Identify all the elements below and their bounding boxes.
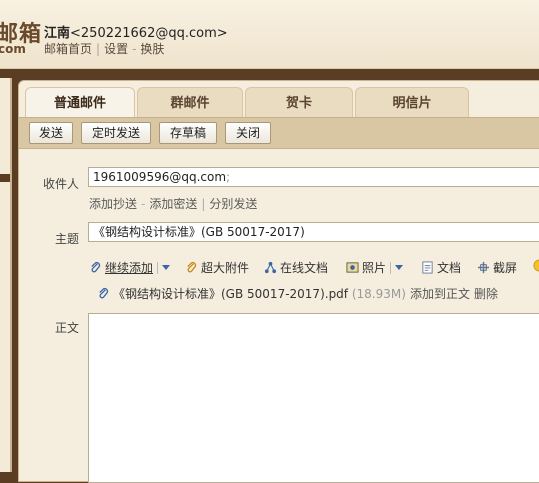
mail-header: 邮箱 com 江南<250221662@qq.com> 邮箱首页 | 设置 - 换肤	[0, 0, 539, 69]
paperclip-icon	[99, 287, 109, 299]
tab-group-mail[interactable]: 群邮件	[137, 87, 243, 118]
screenshot-label: 截屏	[493, 261, 518, 275]
link-separator: -	[132, 42, 137, 56]
compose-toolbar: 发送 定时发送 存草稿 关闭	[19, 117, 539, 149]
scissors-icon	[477, 261, 490, 274]
link-separator: |	[201, 197, 206, 211]
link-mail-home[interactable]: 邮箱首页	[44, 42, 92, 56]
large-attachment-label: 超大附件	[201, 261, 250, 275]
recipient-input[interactable]: 1961009596@qq.com;	[88, 167, 539, 187]
recipient-value: 1961009596@qq.com	[93, 170, 227, 184]
recipient-label: 收件人	[42, 177, 79, 191]
delete-attachment-link[interactable]: 删除	[474, 287, 498, 301]
online-doc-button[interactable]: 在线文档	[264, 259, 328, 276]
tab-postcard[interactable]: 明信片	[355, 87, 469, 118]
add-bcc-link[interactable]: 添加密送	[149, 197, 197, 211]
recipient-separator: ;	[226, 170, 231, 184]
tab-normal-mail[interactable]: 普通邮件	[25, 87, 135, 118]
attachment-size: (18.93M)	[351, 287, 406, 301]
sidebar-divider	[0, 174, 10, 182]
link-separator: -	[141, 197, 146, 211]
add-to-body-link[interactable]: 添加到正文	[410, 287, 470, 301]
emoji-button[interactable]	[533, 259, 539, 273]
account-name: 江南	[44, 26, 71, 41]
photo-icon	[346, 262, 359, 273]
subject-label: 主题	[54, 232, 79, 246]
account-email: <250221662@qq.com>	[70, 26, 228, 41]
photo-label: 照片	[362, 261, 387, 275]
divider	[390, 262, 392, 274]
document-button[interactable]: 文档	[421, 259, 461, 276]
emoji-icon	[533, 259, 539, 272]
chevron-down-icon[interactable]	[395, 265, 404, 270]
account-info: 江南<250221662@qq.com>	[44, 22, 228, 41]
tab-greeting-card[interactable]: 贺卡	[245, 87, 353, 118]
body-label: 正文	[54, 321, 79, 335]
close-button[interactable]: 关闭	[225, 122, 271, 144]
logo-domain: com	[0, 42, 26, 56]
paperclip-icon	[91, 261, 101, 273]
chevron-down-icon[interactable]	[162, 265, 171, 270]
attachment-file-name: 《钢结构设计标准》(GB 50017-2017).pdf	[113, 287, 349, 301]
left-sidebar-edge	[0, 78, 12, 472]
link-change-skin[interactable]: 换肤	[140, 42, 164, 56]
body-editor[interactable]	[88, 313, 539, 483]
photo-button[interactable]: 照片	[346, 259, 404, 276]
add-cc-link[interactable]: 添加抄送	[89, 197, 137, 211]
save-draft-button[interactable]: 存草稿	[159, 122, 217, 144]
document-icon	[422, 261, 433, 274]
screenshot-button[interactable]: 截屏	[477, 259, 517, 276]
recipient-links: 添加抄送 - 添加密送 | 分别发送	[89, 195, 257, 212]
large-attachment-button[interactable]: 超大附件	[185, 259, 249, 276]
continue-add-attachment[interactable]: 继续添加	[89, 259, 171, 276]
paperclip-icon	[187, 261, 197, 273]
online-doc-label: 在线文档	[280, 261, 329, 275]
header-links: 邮箱首页 | 设置 - 换肤	[44, 40, 164, 57]
divider	[157, 262, 159, 274]
continue-add-label: 继续添加	[105, 261, 154, 275]
subject-input[interactable]: 《钢结构设计标准》(GB 50017-2017)	[88, 222, 539, 242]
attachment-item: 《钢结构设计标准》(GB 50017-2017).pdf (18.93M) 添加到…	[97, 285, 498, 302]
document-label: 文档	[437, 261, 462, 275]
link-separator: |	[96, 42, 101, 56]
compose-panel: 普通邮件 群邮件 贺卡 明信片 发送 定时发送 存草稿 关闭 收件人 19610…	[18, 80, 539, 483]
send-button[interactable]: 发送	[29, 122, 73, 144]
separate-send-link[interactable]: 分别发送	[209, 197, 257, 211]
link-settings[interactable]: 设置	[104, 42, 128, 56]
scheduled-send-button[interactable]: 定时发送	[81, 122, 151, 144]
share-nodes-icon	[264, 261, 277, 274]
